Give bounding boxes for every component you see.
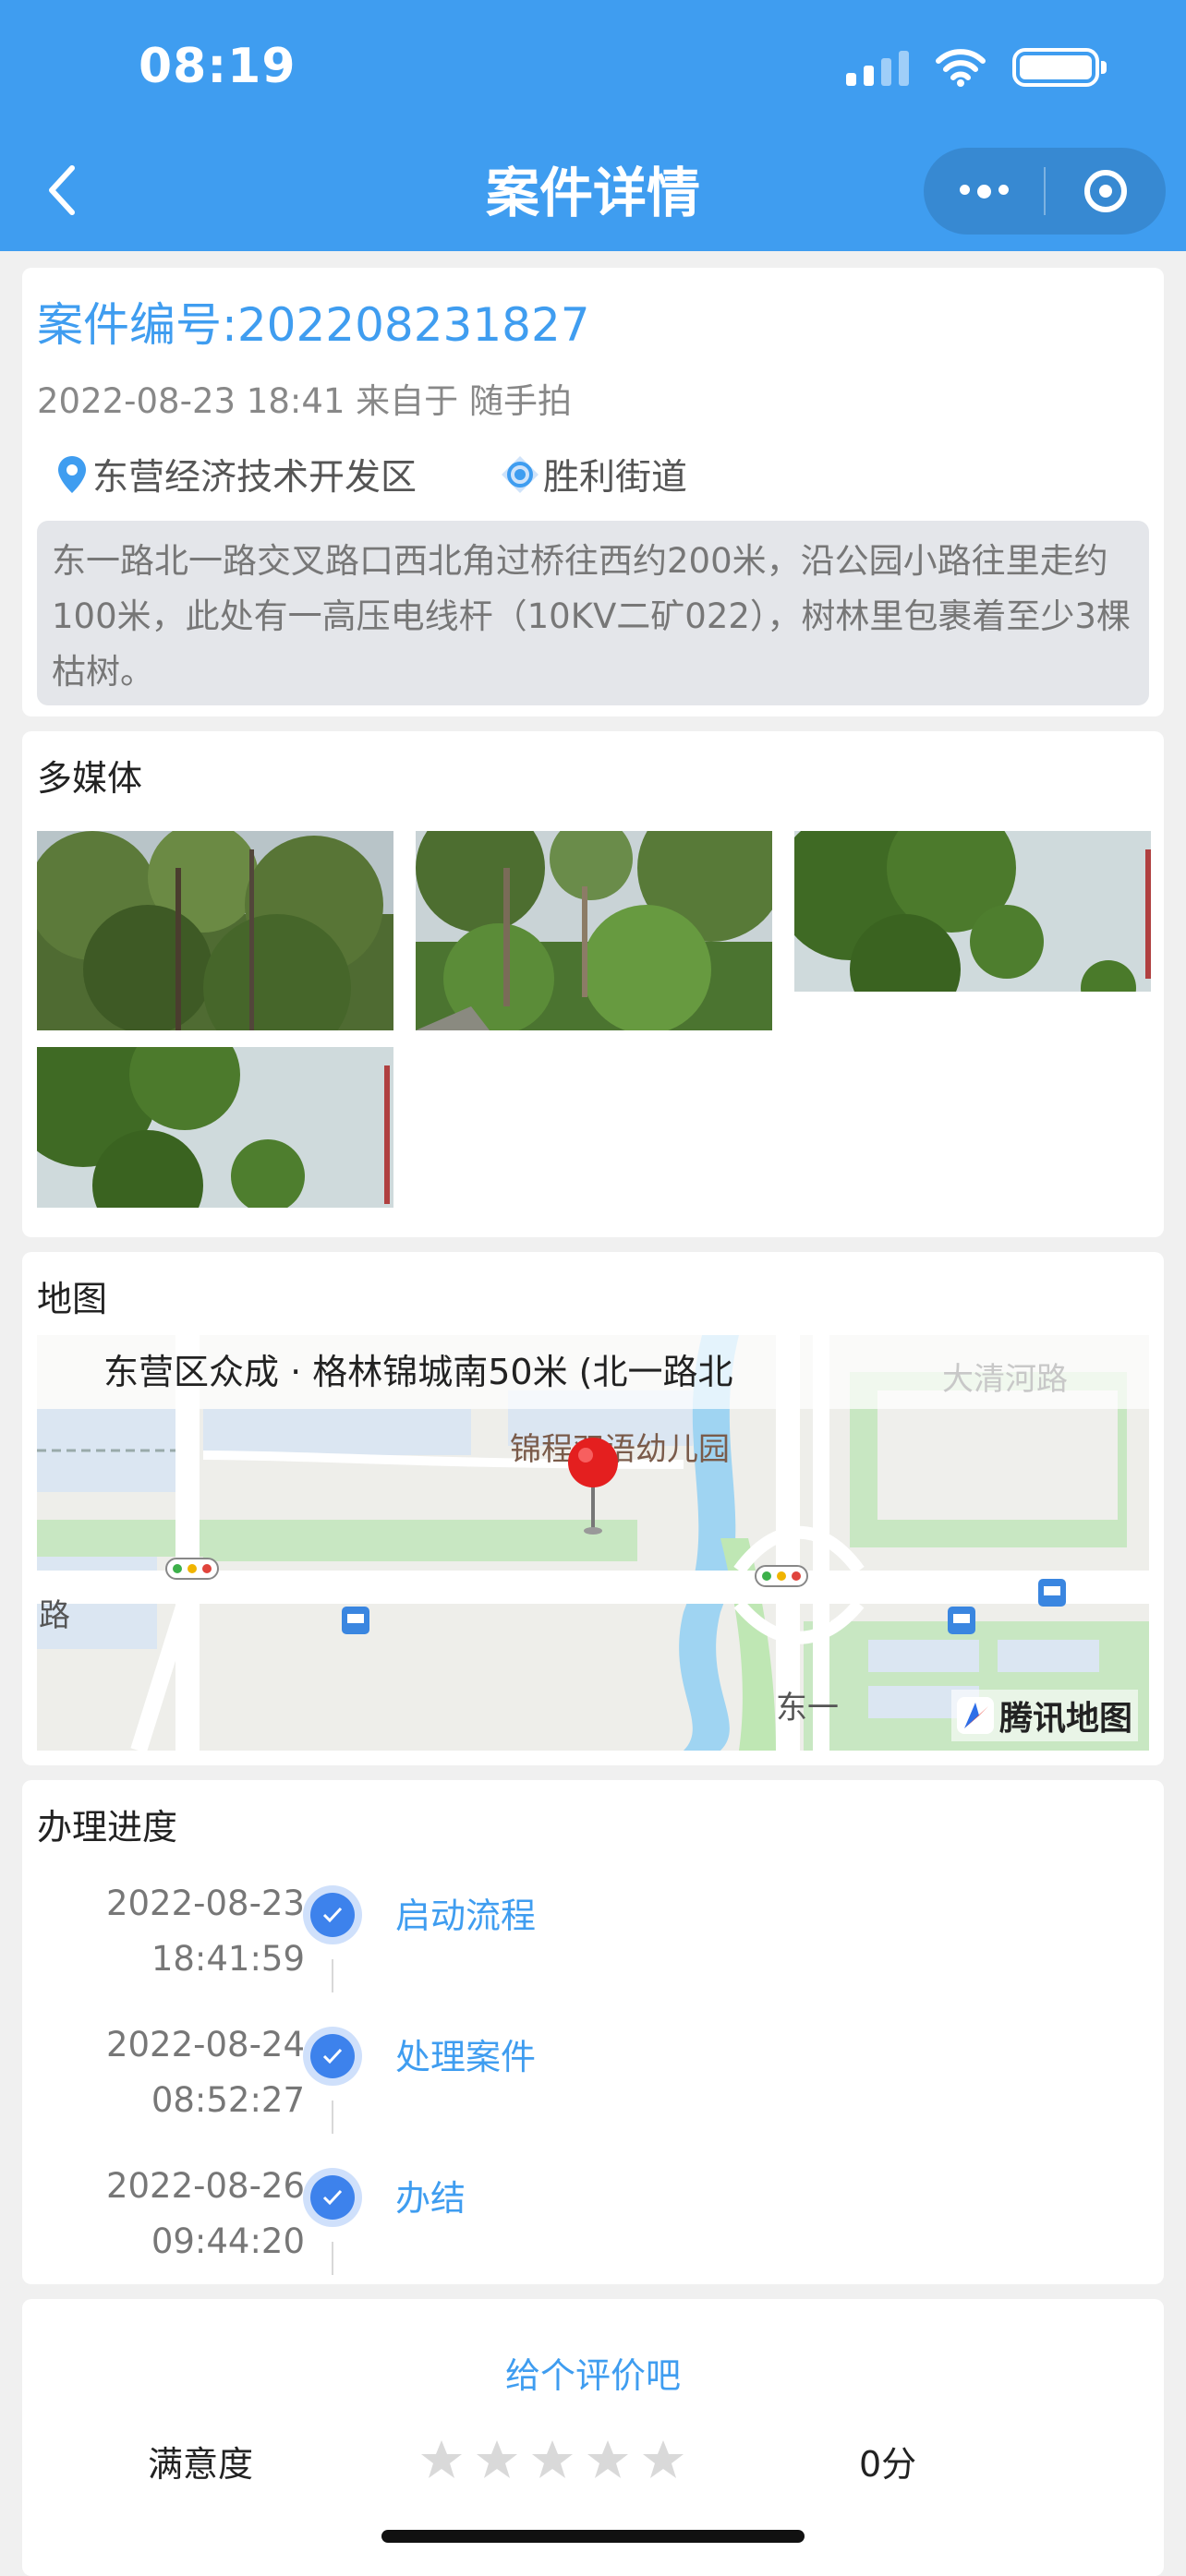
timeline-connector [332, 1959, 333, 1992]
location-target-icon [502, 456, 539, 493]
tencent-map-icon [956, 1697, 994, 1734]
timeline-connector [332, 2101, 333, 2134]
status-time: 08:19 [139, 39, 296, 94]
case-number: 案件编号:202208231827 [37, 298, 590, 352]
progress-title: 办理进度 [37, 1807, 178, 1848]
star-icon[interactable] [530, 2438, 575, 2482]
signal-icon [846, 49, 909, 86]
map-title: 地图 [37, 1279, 108, 1319]
timeline-time: 18:41:59 [151, 1939, 305, 1979]
map-view[interactable]: 东营区众成 · 格林锦城南50米 (北一路北 大清河路 锦程双语幼儿园 路 东一… [37, 1335, 1149, 1751]
timeline-step-label: 办结 [395, 2178, 466, 2219]
timeline-time: 08:52:27 [151, 2080, 305, 2120]
check-icon [303, 1885, 362, 1944]
check-icon [303, 2027, 362, 2086]
map-road-east-label: 东一 [776, 1690, 839, 1727]
case-description: 东一路北一路交叉路口西北角过桥往西约200米，沿公园小路往里走约100米，此处有… [37, 521, 1149, 705]
timeline-date: 2022-08-24 [105, 2025, 305, 2064]
tree-photo-2[interactable] [416, 831, 772, 1030]
rating-score: 0分 [859, 2444, 917, 2485]
nav-header: 08:19 案件详情 [0, 0, 1186, 251]
timeline-time: 09:44:20 [151, 2221, 305, 2261]
more-icon [959, 184, 1009, 199]
timeline-date: 2022-08-23 [105, 1884, 305, 1923]
timeline-datetime: 2022-08-26 09:44:20 [106, 2159, 305, 2269]
satisfaction-label: 满意度 [148, 2444, 254, 2485]
timeline-datetime: 2022-08-24 08:52:27 [106, 2017, 305, 2128]
media-title: 多媒体 [37, 758, 143, 799]
street-label: 胜利街道 [543, 457, 688, 499]
tree-photo-4[interactable] [37, 1047, 393, 1208]
check-icon [303, 2168, 362, 2227]
mini-program-capsule [924, 148, 1166, 235]
more-button[interactable] [924, 148, 1044, 235]
battery-icon [1012, 48, 1107, 87]
location-pin-icon [58, 456, 86, 493]
media-card: 多媒体 [22, 731, 1164, 1237]
tree-photo-1[interactable] [37, 831, 393, 1030]
timeline-item: 2022-08-26 09:44:20 办结 [22, 2159, 1164, 2284]
tencent-map-logo: 腾讯地图 [950, 1690, 1138, 1741]
progress-card: 办理进度 2022-08-23 18:41:59 启动流程 2022-08-24… [22, 1780, 1164, 2284]
map-marker-icon [568, 1438, 618, 1535]
street-tag: 胜利街道 [501, 449, 687, 500]
timeline-connector [332, 2242, 333, 2275]
rating-prompt: 给个评价吧 [504, 2355, 681, 2396]
status-icons [846, 48, 1107, 87]
timeline-date: 2022-08-26 [105, 2166, 305, 2206]
district-tag: 东营经济技术开发区 [55, 449, 417, 500]
timeline-item: 2022-08-23 18:41:59 启动流程 [22, 1876, 1164, 2015]
timeline-datetime: 2022-08-23 18:41:59 [106, 1876, 305, 1987]
timeline-item: 2022-08-24 08:52:27 处理案件 [22, 2017, 1164, 2156]
case-info-card: 案件编号:202208231827 2022-08-23 18:41 来自于 随… [22, 268, 1164, 716]
home-indicator [381, 2530, 805, 2543]
map-card: 地图 东营区众成 · 格林锦城南50米 (北一路北 大清河路 锦程双语幼儿园 路… [22, 1252, 1164, 1765]
star-icon[interactable] [419, 2438, 464, 2482]
target-icon [1084, 170, 1127, 212]
close-mini-program-button[interactable] [1046, 148, 1166, 235]
star-icon[interactable] [475, 2438, 519, 2482]
star-icon[interactable] [586, 2438, 630, 2482]
wifi-icon [936, 49, 986, 87]
map-poi-river-road: 大清河路 [942, 1361, 1068, 1398]
case-meta: 2022-08-23 18:41 来自于 随手拍 [37, 381, 572, 421]
timeline-step-label: 启动流程 [395, 1896, 537, 1936]
star-rating[interactable] [419, 2438, 685, 2482]
map-road-label: 路 [39, 1597, 70, 1634]
tencent-map-brand: 腾讯地图 [998, 1700, 1132, 1738]
tree-photo-3[interactable] [794, 831, 1151, 992]
district-label: 东营经济技术开发区 [92, 457, 418, 499]
timeline-step-label: 处理案件 [395, 2037, 537, 2077]
star-icon[interactable] [641, 2438, 685, 2482]
